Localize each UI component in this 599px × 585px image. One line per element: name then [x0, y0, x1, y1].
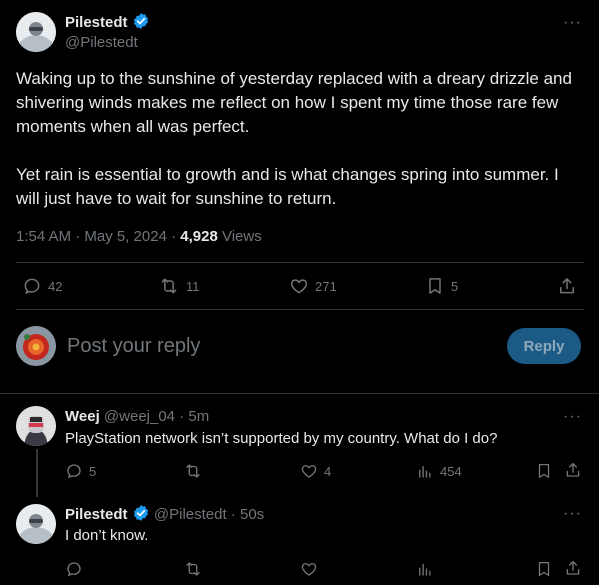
author-avatar[interactable] [16, 12, 56, 52]
reply-button[interactable]: 5 [65, 462, 96, 480]
share-button[interactable] [557, 276, 577, 296]
like-icon [300, 560, 318, 578]
share-icon [564, 559, 582, 577]
reply-author-name[interactable]: Pilestedt [65, 506, 128, 523]
retweet-button[interactable] [183, 462, 209, 480]
share-icon [564, 461, 582, 479]
reply-author-name[interactable]: Weej [65, 408, 100, 425]
views-button[interactable]: 454 [416, 462, 462, 480]
more-icon[interactable]: ··· [563, 408, 582, 426]
reply-time[interactable]: · 50s [227, 506, 264, 523]
verified-icon [132, 504, 150, 522]
like-icon [289, 276, 309, 296]
author-name[interactable]: Pilestedt [65, 14, 128, 31]
current-user-avatar[interactable] [16, 326, 56, 366]
bookmark-button[interactable]: 5 [425, 276, 458, 296]
reply-count: 5 [89, 463, 97, 479]
reply-icon [65, 560, 83, 578]
thread-line [36, 449, 38, 497]
reply-icon [22, 276, 42, 296]
reply-text: PlayStation network isn’t supported by m… [65, 430, 498, 447]
bookmark-icon [535, 462, 553, 480]
bookmark-icon [425, 276, 445, 296]
views-count: 4,928 [180, 228, 218, 245]
reply-author-avatar[interactable] [16, 406, 56, 446]
reply-button[interactable] [65, 560, 83, 578]
more-icon[interactable]: ··· [563, 14, 582, 32]
views-label: Views [217, 228, 262, 245]
retweet-count: 11 [186, 278, 200, 294]
like-button[interactable]: 4 [300, 462, 331, 480]
divider [16, 309, 584, 310]
retweet-button[interactable] [183, 560, 203, 578]
like-icon [300, 462, 318, 480]
retweet-button[interactable]: 11 [158, 276, 200, 296]
retweet-icon [183, 560, 203, 578]
retweet-icon [158, 276, 180, 296]
bookmark-count: 5 [451, 278, 459, 294]
reply-time[interactable]: · 5m [175, 408, 209, 425]
views-icon [416, 462, 434, 480]
reply-input[interactable]: Post your reply [67, 334, 200, 358]
views-icon [416, 560, 434, 578]
reply-icon [65, 462, 83, 480]
views-button[interactable] [416, 560, 434, 578]
author-handle[interactable]: @Pilestedt [65, 33, 138, 53]
verified-icon [132, 12, 150, 30]
views-count: 454 [440, 463, 462, 479]
reply-count: 42 [48, 278, 63, 294]
like-count: 4 [324, 463, 332, 479]
reply-author-avatar[interactable] [16, 504, 56, 544]
reply-author-handle[interactable]: @weej_04 [104, 408, 175, 425]
bookmark-button[interactable] [535, 560, 553, 578]
reply-button[interactable]: 42 [22, 276, 62, 296]
divider [0, 393, 599, 394]
share-icon [557, 276, 577, 296]
tweet-text-paragraph-2: Yet rain is essential to growth and is w… [16, 165, 559, 208]
reply-author-handle[interactable]: @Pilestedt [154, 506, 227, 523]
share-button[interactable] [564, 461, 582, 479]
retweet-icon [183, 462, 203, 480]
tweet-text-paragraph-1: Waking up to the sunshine of yesterday r… [16, 69, 572, 136]
bookmark-icon [535, 560, 553, 578]
bookmark-button[interactable] [535, 462, 553, 480]
like-count: 271 [315, 278, 337, 294]
like-button[interactable]: 271 [289, 276, 337, 296]
tweet-timestamp[interactable]: 1:54 AM · May 5, 2024 · [16, 228, 180, 245]
reply-submit-button[interactable]: Reply [507, 328, 581, 364]
divider [16, 262, 584, 263]
reply-text: I don’t know. [65, 527, 149, 544]
like-button[interactable] [300, 560, 318, 578]
more-icon[interactable]: ··· [563, 505, 582, 523]
share-button[interactable] [564, 559, 582, 577]
